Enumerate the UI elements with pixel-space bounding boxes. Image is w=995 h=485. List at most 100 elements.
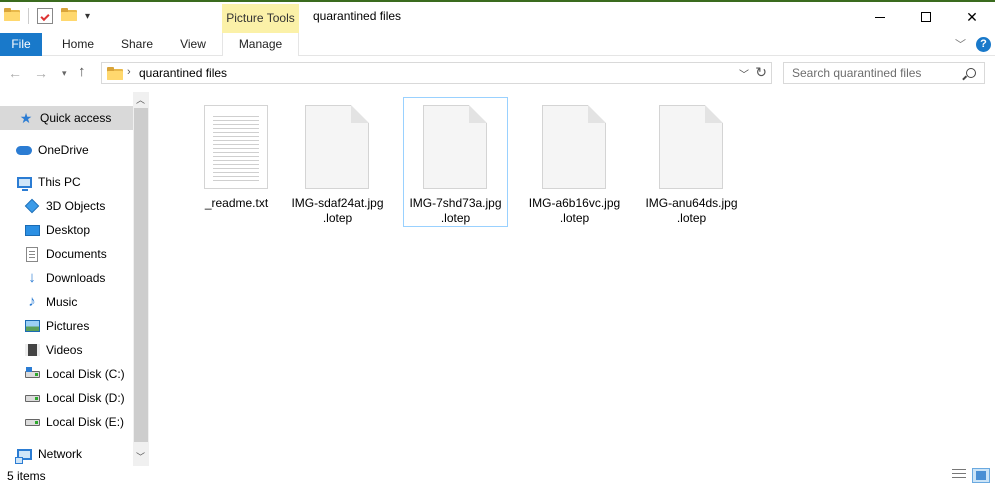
desktop-strip <box>0 0 995 2</box>
expand-ribbon-chevron-icon[interactable]: ﹀ <box>955 36 966 52</box>
sidebar-item-documents[interactable]: Documents <box>0 242 133 266</box>
close-icon: ✕ <box>966 8 978 25</box>
sidebar-item-label: Network <box>38 447 83 461</box>
sidebar-item-quick-access[interactable]: ★ Quick access <box>0 106 133 130</box>
sidebar-item-label: Documents <box>46 247 107 261</box>
file-list: _readme.txt IMG-sdaf24at.jpg .lotep IMG-… <box>149 92 995 466</box>
sidebar-item-label: Pictures <box>46 319 90 333</box>
blank-file-icon <box>659 105 723 189</box>
file-name: IMG-a6b16vc.jpg .lotep <box>528 196 621 225</box>
cloud-icon <box>16 142 32 158</box>
sidebar-item-label: Downloads <box>46 271 106 285</box>
navigation-pane: ★ Quick access OneDrive This PC 3D Objec… <box>0 92 149 466</box>
blank-file-icon <box>305 105 369 189</box>
file-item[interactable]: IMG-a6b16vc.jpg .lotep <box>522 97 627 227</box>
sidebar-item-3d-objects[interactable]: 3D Objects <box>0 194 133 218</box>
forward-arrow-icon[interactable]: → <box>34 65 48 81</box>
sidebar-item-local-disk-d[interactable]: Local Disk (D:) <box>0 386 133 410</box>
sidebar-item-label: Quick access <box>40 111 112 125</box>
sidebar-item-label: Local Disk (C:) <box>46 367 125 381</box>
maximize-icon <box>921 12 931 22</box>
sidebar-item-network[interactable]: Network <box>0 442 133 466</box>
maximize-button[interactable] <box>903 2 949 32</box>
file-name: IMG-anu64ds.jpg .lotep <box>645 196 738 225</box>
recent-locations-chevron-icon[interactable]: ▾ <box>62 68 67 79</box>
sidebar-item-onedrive[interactable]: OneDrive <box>0 138 133 162</box>
cube-icon <box>24 198 40 214</box>
minimize-button[interactable] <box>857 2 903 32</box>
back-arrow-icon[interactable]: ← <box>8 65 22 81</box>
sidebar-item-label: Videos <box>46 343 83 357</box>
close-button[interactable]: ✕ <box>949 2 995 32</box>
scroll-thumb[interactable] <box>134 108 148 442</box>
sidebar-item-label: This PC <box>38 175 81 189</box>
tab-share[interactable]: Share <box>115 33 159 56</box>
address-bar[interactable]: › quarantined files ﹀ ↻ <box>101 62 772 84</box>
customize-toolbar-dropdown-icon[interactable]: ▾ <box>85 11 90 22</box>
file-item-focused[interactable]: IMG-7shd73a.jpg .lotep <box>403 97 508 227</box>
sidebar-item-music[interactable]: ♪ Music <box>0 290 133 314</box>
ribbon: File Home Share View Manage ﹀ ? <box>0 33 995 56</box>
tab-view[interactable]: View <box>173 33 213 56</box>
scroll-down-arrow-icon[interactable]: ﹀ <box>136 450 145 463</box>
tab-manage[interactable]: Manage <box>222 33 299 56</box>
sidebar-item-label: Local Disk (D:) <box>46 391 125 405</box>
toolbar-separator <box>28 8 29 24</box>
drive-icon <box>24 390 40 406</box>
file-name: _readme.txt <box>204 196 269 210</box>
file-name: IMG-7shd73a.jpg .lotep <box>409 196 502 225</box>
breadcrumb-chevron-icon[interactable]: › <box>127 66 131 78</box>
properties-icon[interactable] <box>37 8 53 24</box>
new-folder-icon[interactable] <box>61 8 77 24</box>
computer-icon <box>16 174 32 191</box>
sidebar-item-local-disk-e[interactable]: Local Disk (E:) <box>0 410 133 434</box>
ribbon-right-controls: ﹀ ? <box>955 36 991 52</box>
sidebar-item-pictures[interactable]: Pictures <box>0 314 133 338</box>
nav-scrollbar[interactable]: ︿ ﹀ <box>133 92 149 466</box>
blank-file-icon <box>542 105 606 189</box>
folder-icon <box>107 67 123 80</box>
folder-icon <box>4 8 20 24</box>
item-count: 5 items <box>7 469 46 483</box>
scroll-up-arrow-icon[interactable]: ︿ <box>136 93 145 106</box>
windows-drive-icon <box>24 366 40 382</box>
address-row: ← → ▾ ↑ › quarantined files ﹀ ↻ <box>0 57 995 89</box>
large-icons-view-icon[interactable] <box>972 468 990 483</box>
search-icon[interactable] <box>966 68 976 78</box>
drive-icon <box>24 414 40 430</box>
address-dropdown-icon[interactable]: ﹀ <box>739 66 749 81</box>
sidebar-item-local-disk-c[interactable]: Local Disk (C:) <box>0 362 133 386</box>
tab-file[interactable]: File <box>0 33 42 56</box>
search-box[interactable] <box>783 62 985 84</box>
sidebar-item-label: Desktop <box>46 223 91 237</box>
sidebar-item-desktop[interactable]: Desktop <box>0 218 133 242</box>
minimize-icon <box>875 16 885 18</box>
quick-access-toolbar: ▾ <box>4 8 90 24</box>
download-arrow-icon: ↓ <box>28 269 36 286</box>
details-view-icon[interactable] <box>952 469 968 482</box>
sidebar-item-label: 3D Objects <box>46 199 106 213</box>
music-note-icon: ♪ <box>28 293 36 310</box>
desktop-icon <box>24 222 40 238</box>
help-icon[interactable]: ? <box>976 36 991 52</box>
breadcrumb-current-folder[interactable]: quarantined files <box>139 66 227 80</box>
sidebar-item-downloads[interactable]: ↓ Downloads <box>0 266 133 290</box>
picture-icon <box>24 318 40 334</box>
film-strip-icon <box>24 342 40 358</box>
sidebar-item-videos[interactable]: Videos <box>0 338 133 362</box>
up-arrow-icon[interactable]: ↑ <box>78 63 86 80</box>
file-item[interactable]: IMG-sdaf24at.jpg .lotep <box>285 97 390 227</box>
refresh-icon[interactable]: ↻ <box>755 64 767 81</box>
file-item[interactable]: IMG-anu64ds.jpg .lotep <box>639 97 744 227</box>
file-item[interactable]: _readme.txt <box>184 97 289 227</box>
status-bar: 5 items <box>0 466 995 485</box>
search-input[interactable] <box>784 63 959 83</box>
sidebar-item-label: Local Disk (E:) <box>46 415 125 429</box>
title-bar: ▾ Picture Tools quarantined files ✕ <box>0 0 995 33</box>
tab-home[interactable]: Home <box>56 33 100 56</box>
document-icon <box>24 246 40 262</box>
sidebar-item-this-pc[interactable]: This PC <box>0 170 133 194</box>
window-title: quarantined files <box>313 9 402 23</box>
blank-file-icon <box>423 105 487 189</box>
sidebar-item-label: Music <box>46 295 78 309</box>
